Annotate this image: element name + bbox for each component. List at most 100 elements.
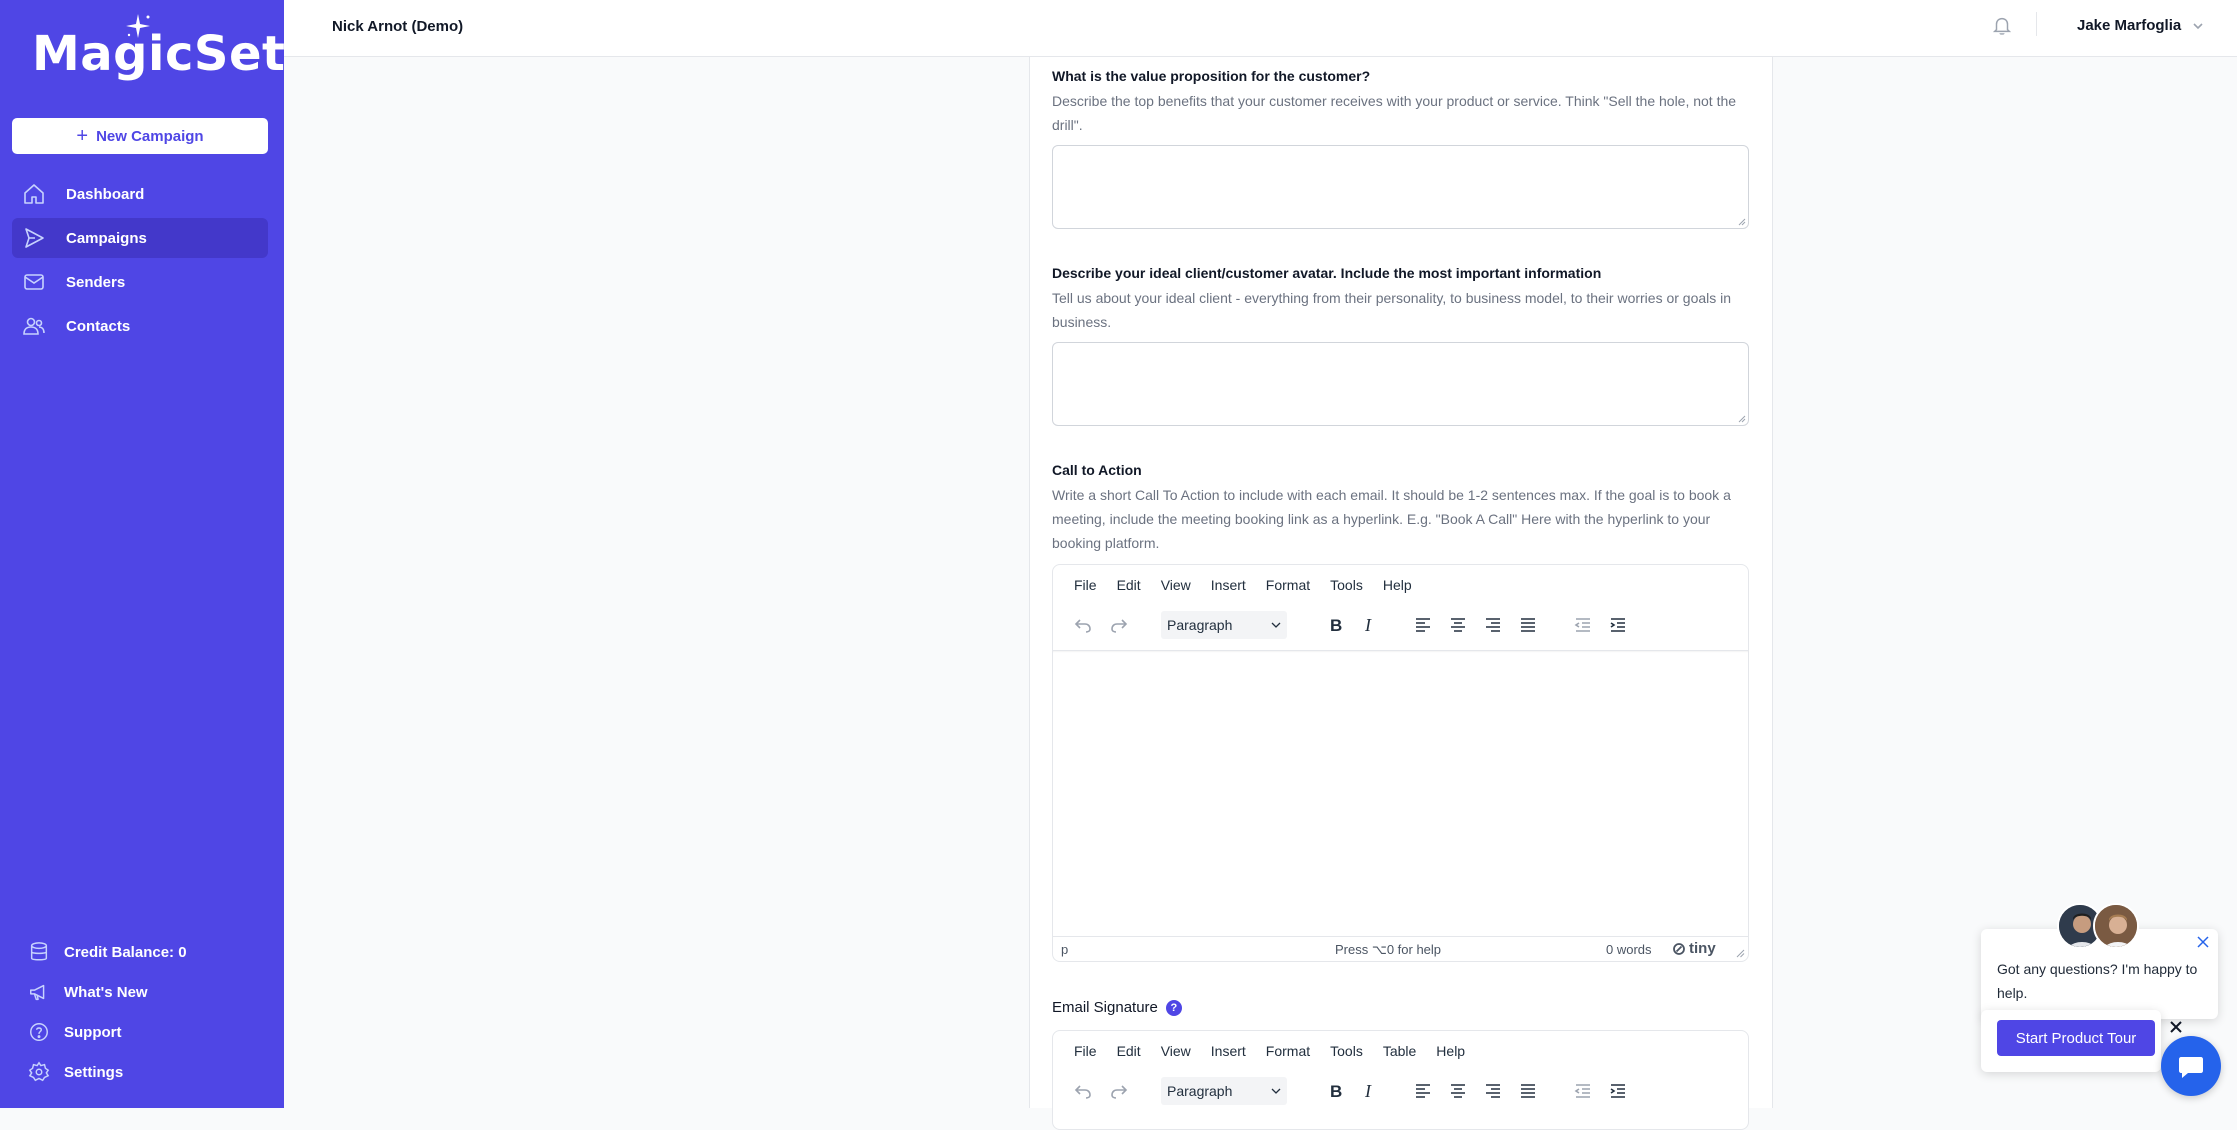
menu-help[interactable]: Help <box>1383 577 1412 593</box>
outdent-button[interactable] <box>1573 615 1593 635</box>
undo-icon <box>1074 1085 1091 1099</box>
brand-logo[interactable]: MagicSet <box>32 26 286 82</box>
sidebar-item-label: Dashboard <box>66 185 145 203</box>
menu-format[interactable]: Format <box>1266 577 1310 593</box>
bell-icon[interactable] <box>1991 14 2013 36</box>
sidebar-item-campaigns[interactable]: Campaigns <box>12 218 268 258</box>
user-menu[interactable]: Jake Marfoglia <box>2077 17 2205 34</box>
bold-icon: B <box>1330 616 1342 635</box>
menu-file[interactable]: File <box>1074 1043 1097 1059</box>
align-right-icon <box>1486 618 1500 632</box>
signature-label-row: Email Signature ? <box>1052 999 1182 1016</box>
italic-button[interactable]: I <box>1359 1081 1379 1101</box>
value-prop-textarea[interactable] <box>1052 145 1749 229</box>
resize-grip-icon[interactable] <box>1738 415 1746 423</box>
undo-button[interactable] <box>1073 1081 1093 1101</box>
italic-icon: I <box>1364 615 1372 635</box>
menu-edit[interactable]: Edit <box>1117 577 1141 593</box>
sidebar-item-settings[interactable]: Settings <box>28 1060 123 1084</box>
avatar-help: Tell us about your ideal client - everyt… <box>1052 290 1732 330</box>
help-badge-icon[interactable]: ? <box>1165 999 1182 1016</box>
person-avatar-icon <box>2095 905 2137 947</box>
align-justify-icon <box>1521 1084 1535 1098</box>
menu-edit[interactable]: Edit <box>1117 1043 1141 1059</box>
close-icon[interactable] <box>2168 1019 2184 1035</box>
align-justify-button[interactable] <box>1518 615 1538 635</box>
resize-grip-icon[interactable] <box>1738 218 1746 226</box>
cta-label: Call to Action <box>1052 462 1142 478</box>
menu-view[interactable]: View <box>1161 1043 1191 1059</box>
align-right-icon <box>1486 1084 1500 1098</box>
menu-help[interactable]: Help <box>1436 1043 1465 1059</box>
svg-text:B: B <box>1330 616 1342 635</box>
sidebar-item-dashboard[interactable]: Dashboard <box>12 174 268 214</box>
align-left-button[interactable] <box>1413 615 1433 635</box>
resize-grip-icon[interactable] <box>1736 949 1745 958</box>
start-product-tour-button[interactable]: Start Product Tour <box>1997 1020 2155 1056</box>
block-format-select[interactable]: Paragraph <box>1161 1077 1287 1105</box>
credit-balance[interactable]: Credit Balance: 0 <box>28 940 187 964</box>
align-justify-button[interactable] <box>1518 1081 1538 1101</box>
align-left-button[interactable] <box>1413 1081 1433 1101</box>
sidebar-item-senders[interactable]: Senders <box>12 262 268 302</box>
campaign-form: What is the value proposition for the cu… <box>1029 57 1773 1130</box>
word-count[interactable]: 0 words <box>1606 942 1652 957</box>
indent-button[interactable] <box>1608 1081 1628 1101</box>
bold-icon: B <box>1330 1082 1342 1101</box>
align-center-button[interactable] <box>1448 1081 1468 1101</box>
cta-editor-body[interactable] <box>1053 650 1748 933</box>
italic-button[interactable]: I <box>1359 615 1379 635</box>
indent-icon <box>1610 618 1625 632</box>
editor-toolbar: Paragraph B I <box>1053 1071 1748 1111</box>
avatar-textarea[interactable] <box>1052 342 1749 426</box>
menu-insert[interactable]: Insert <box>1211 1043 1246 1059</box>
sparkle-icon <box>126 14 150 38</box>
menu-insert[interactable]: Insert <box>1211 577 1246 593</box>
undo-button[interactable] <box>1073 615 1093 635</box>
user-name: Jake Marfoglia <box>2077 17 2182 34</box>
new-campaign-button[interactable]: + New Campaign <box>12 118 268 154</box>
bold-button[interactable]: B <box>1325 615 1345 635</box>
sidebar-item-label: Support <box>64 1023 122 1041</box>
block-format-value: Paragraph <box>1167 617 1233 633</box>
menu-format[interactable]: Format <box>1266 1043 1310 1059</box>
indent-button[interactable] <box>1608 615 1628 635</box>
plus-icon: + <box>76 125 89 147</box>
tiny-logo[interactable]: tiny <box>1672 940 1716 957</box>
align-justify-icon <box>1521 618 1535 632</box>
sidebar-item-whats-new[interactable]: What's New <box>28 980 148 1004</box>
outdent-button[interactable] <box>1573 1081 1593 1101</box>
close-icon[interactable] <box>2196 935 2210 949</box>
menu-file[interactable]: File <box>1074 577 1097 593</box>
chevron-down-icon <box>1271 1088 1281 1094</box>
menu-tools[interactable]: Tools <box>1330 577 1363 593</box>
sidebar-item-label: What's New <box>64 983 148 1001</box>
sidebar-item-support[interactable]: Support <box>28 1020 122 1044</box>
block-format-select[interactable]: Paragraph <box>1161 611 1287 639</box>
credit-balance-label: Credit Balance: 0 <box>64 943 187 961</box>
redo-button[interactable] <box>1109 1081 1129 1101</box>
block-format-value: Paragraph <box>1167 1083 1233 1099</box>
align-center-button[interactable] <box>1448 615 1468 635</box>
redo-button[interactable] <box>1109 615 1129 635</box>
chat-launcher-button[interactable] <box>2161 1036 2221 1096</box>
menu-view[interactable]: View <box>1161 577 1191 593</box>
align-left-icon <box>1416 618 1430 632</box>
sidebar-item-contacts[interactable]: Contacts <box>12 306 268 346</box>
menu-table[interactable]: Table <box>1383 1043 1416 1059</box>
bold-button[interactable]: B <box>1325 1081 1345 1101</box>
align-right-button[interactable] <box>1483 1081 1503 1101</box>
account-name[interactable]: Nick Arnot (Demo) <box>332 18 463 35</box>
italic-icon: I <box>1364 1081 1372 1101</box>
element-path[interactable]: p <box>1061 942 1068 957</box>
sidebar-item-label: Contacts <box>66 317 131 335</box>
signature-label: Email Signature <box>1052 999 1158 1016</box>
undo-icon <box>1074 619 1091 633</box>
tiny-logo-icon <box>1673 942 1685 955</box>
avatar-label: Describe your ideal client/customer avat… <box>1052 265 1602 281</box>
align-center-icon <box>1451 618 1465 632</box>
align-right-button[interactable] <box>1483 615 1503 635</box>
indent-icon <box>1610 1084 1625 1098</box>
cta-help: Write a short Call To Action to include … <box>1052 487 1731 551</box>
menu-tools[interactable]: Tools <box>1330 1043 1363 1059</box>
